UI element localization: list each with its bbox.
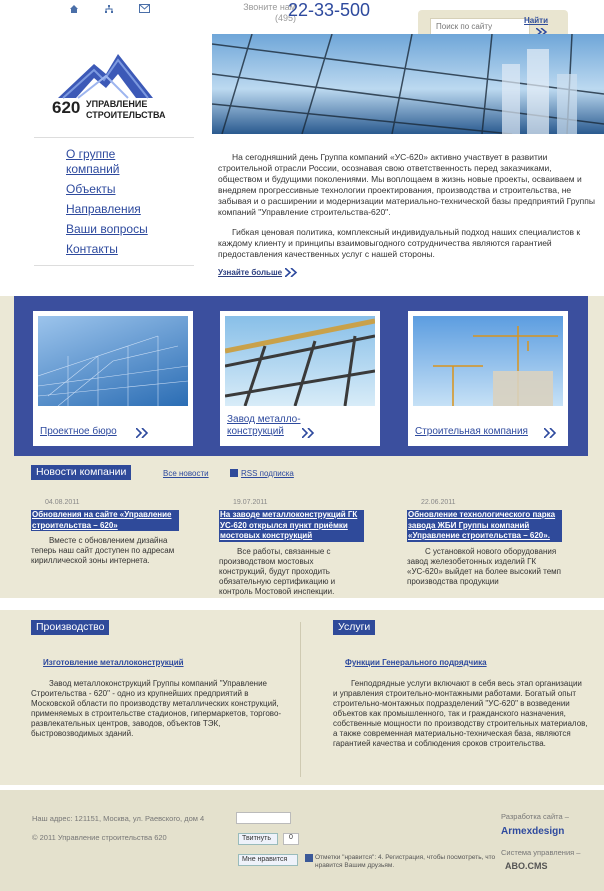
tweet-count: 0 — [283, 833, 299, 845]
card-image — [224, 316, 376, 407]
cms-logo[interactable]: ABO.CMS — [505, 861, 548, 871]
footer-address: Наш адрес: 121151, Москва, ул. Раевского… — [32, 814, 205, 823]
logo-number: 620 — [52, 98, 81, 117]
news-title[interactable]: Обновление технологического парка завода… — [407, 510, 562, 542]
news-body: С установкой нового оборудования завод ж… — [407, 546, 561, 586]
double-chevron-icon — [284, 267, 297, 278]
news-date: 22.06.2011 — [421, 499, 456, 506]
cms-label: Система управления – — [501, 848, 581, 857]
page: Звоните нам (495) 22-33-500 Найти 620 Уп… — [0, 0, 604, 891]
double-chevron-icon — [136, 428, 149, 438]
news-date: 04.08.2011 — [45, 499, 80, 506]
sitemap-icon[interactable] — [104, 4, 114, 17]
all-news-link[interactable]: Все новости — [163, 469, 209, 478]
production-link[interactable]: Изготовление металлоконструкций — [31, 658, 286, 667]
logo-line1: Управление — [86, 99, 148, 109]
production-text: Завод металлоконструкций Группы компаний… — [31, 679, 282, 738]
search-input[interactable] — [430, 18, 530, 35]
directions-band: Проектное бюро Завод металло-конструкций… — [0, 296, 604, 598]
logo[interactable]: 620 Управление строительства — [48, 40, 178, 130]
news-item: 19.07.2011 На заводе металлоконструкций … — [219, 499, 379, 597]
search-button[interactable]: Найти — [524, 16, 548, 25]
learn-more-label: Узнайте больше — [218, 268, 283, 277]
intro-paragraph: На сегодняшний день Группа компаний «УС-… — [218, 152, 595, 217]
like-button[interactable]: Мне нравится — [238, 854, 298, 866]
column-divider — [300, 622, 301, 777]
intro-paragraph: Гибкая ценовая политика, комплексный инд… — [218, 227, 581, 259]
card-construction-company[interactable]: Строительная компания — [408, 311, 568, 446]
services-text: Генподрядные услуги включают в себя весь… — [333, 679, 588, 748]
menu-directions[interactable]: Направления — [66, 202, 176, 217]
side-menu: О группе компаний Объекты Направления Ва… — [66, 147, 176, 257]
footer-copyright: © 2011 Управление строительства 620 — [32, 833, 167, 842]
card-design-bureau[interactable]: Проектное бюро — [33, 311, 193, 446]
logo-line2: строительства — [86, 110, 166, 120]
services-section: Услуги Функции Генерального подрядчика Г… — [333, 620, 588, 749]
developer-label: Разработка сайта – — [501, 812, 569, 821]
menu-about[interactable]: О группе компаний — [66, 147, 126, 177]
news-title[interactable]: На заводе металлоконструкций ГК УС-620 о… — [219, 510, 364, 542]
counter-badge[interactable] — [236, 812, 291, 824]
double-chevron-icon — [544, 428, 557, 438]
card-metal-plant[interactable]: Завод металло-конструкций — [220, 311, 380, 446]
footer: Наш адрес: 121151, Москва, ул. Раевского… — [0, 790, 604, 891]
card-image — [37, 316, 189, 407]
rss-link[interactable]: RSS подписка — [241, 469, 294, 478]
home-icon[interactable] — [69, 4, 79, 17]
hero-image — [212, 34, 604, 134]
news-body: Все работы, связанные с производством мо… — [219, 546, 336, 596]
facebook-icon — [305, 854, 313, 862]
production-link-label: Изготовление металлоконструкций — [43, 658, 184, 667]
rss-icon — [230, 469, 238, 477]
card-image — [413, 316, 563, 406]
news-title[interactable]: Обновления на сайте «Управление строител… — [31, 510, 179, 531]
services-link[interactable]: Функции Генерального подрядчика — [333, 658, 588, 667]
mail-icon[interactable] — [139, 4, 150, 16]
like-label: Мне нравится — [242, 856, 288, 863]
news-heading: Новости компании — [31, 465, 132, 480]
news-item: 04.08.2011 Обновления на сайте «Управлен… — [31, 499, 191, 566]
menu-contacts[interactable]: Контакты — [66, 242, 176, 257]
tweet-label: Твитнуть — [242, 835, 272, 842]
like-text: Отметки "нравится": 4. Регистрация, чтоб… — [315, 854, 496, 869]
tweet-button[interactable]: Твитнуть — [238, 833, 278, 845]
menu-divider — [34, 137, 194, 138]
menu-divider — [34, 265, 194, 266]
phone-number[interactable]: 22-33-500 — [288, 0, 370, 21]
production-section: Производство Изготовление металлоконстру… — [31, 620, 286, 739]
intro-text: На сегодняшний день Группа компаний «УС-… — [218, 152, 598, 269]
services-heading: Услуги — [333, 620, 376, 635]
news-body: Вместе с обновлением дизайна теперь наш … — [31, 536, 175, 565]
menu-objects[interactable]: Объекты — [66, 182, 176, 197]
card-label: Проектное бюро — [40, 426, 117, 437]
logo-mountains-icon — [58, 54, 153, 99]
bottom-sections: Производство Изготовление металлоконстру… — [0, 610, 604, 785]
learn-more-link[interactable]: Узнайте больше — [218, 267, 299, 278]
news-date: 19.07.2011 — [233, 499, 268, 506]
services-link-label: Функции Генерального подрядчика — [345, 658, 487, 667]
menu-questions[interactable]: Ваши вопросы — [66, 222, 176, 237]
developer-logo[interactable]: Armexdesign — [501, 826, 564, 837]
double-chevron-icon — [302, 428, 315, 438]
production-heading: Производство — [31, 620, 110, 635]
card-label: Строительная компания — [415, 426, 528, 437]
news-item: 22.06.2011 Обновление технологического п… — [407, 499, 567, 587]
